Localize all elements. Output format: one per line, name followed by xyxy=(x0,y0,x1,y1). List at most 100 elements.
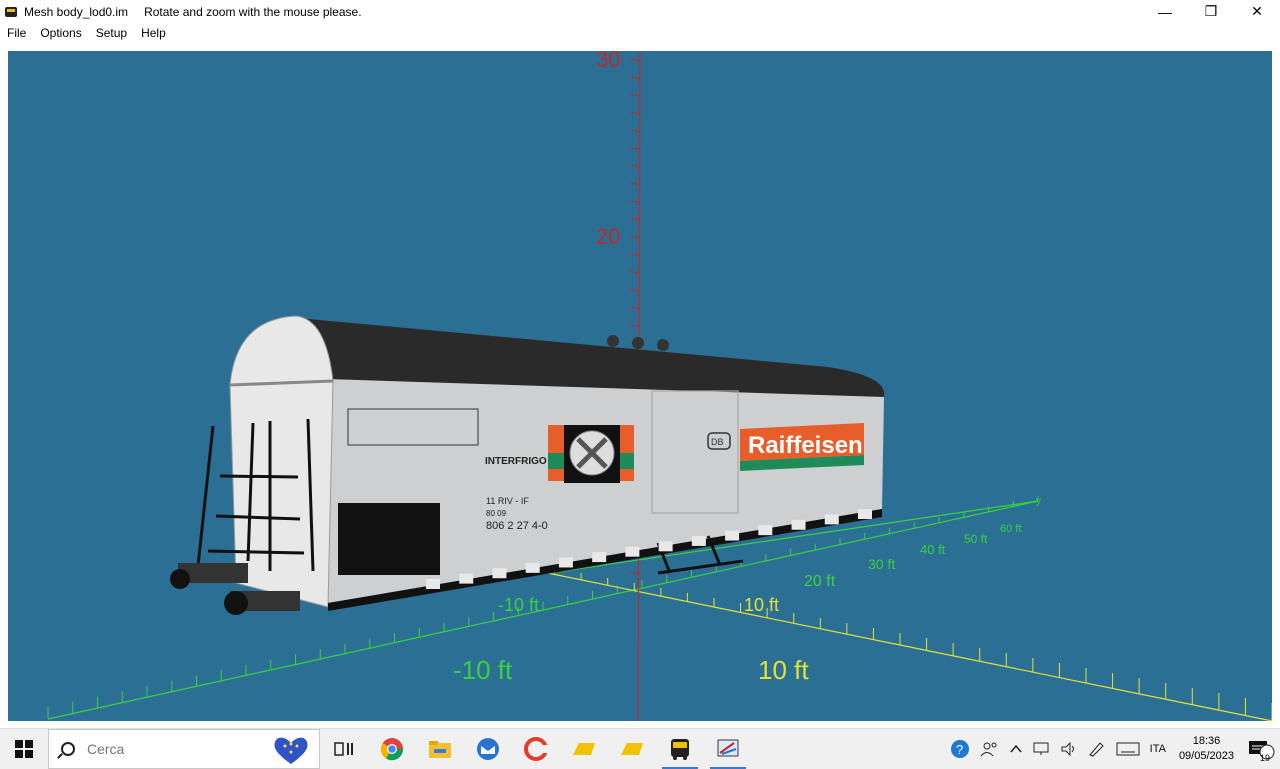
mesh-viewer-taskbar-icon[interactable] xyxy=(704,729,752,769)
clock-date: 09/05/2023 xyxy=(1178,750,1234,762)
grid-label-30: 30 ft xyxy=(868,556,895,572)
taskbar-search[interactable] xyxy=(48,728,320,769)
bus-app-icon xyxy=(4,5,18,19)
roof-vent xyxy=(657,339,669,351)
axis-tick xyxy=(629,93,641,97)
folder-icon[interactable] xyxy=(560,729,608,769)
underside-block xyxy=(492,568,507,579)
grid-label-10-near: 10 ft xyxy=(744,595,779,615)
grid-label-neg10-near: -10 ft xyxy=(498,595,539,615)
axis-tick xyxy=(629,129,641,133)
axis-label-30: 30 xyxy=(596,51,620,72)
axis-tick xyxy=(629,111,641,115)
ccleaner-icon[interactable] xyxy=(512,729,560,769)
menu-options[interactable]: Options xyxy=(33,23,88,43)
chrome-icon[interactable] xyxy=(368,729,416,769)
notification-count: 19 xyxy=(1259,753,1270,763)
axis-tick xyxy=(629,76,641,80)
underside-block xyxy=(525,562,540,573)
keyboard-icon[interactable] xyxy=(1111,729,1145,769)
grid-label-50: 50 ft xyxy=(964,532,988,546)
wagon-number: 806 2 27 4-0 xyxy=(486,520,548,532)
axis-tick xyxy=(629,270,641,274)
search-icon xyxy=(61,741,75,756)
task-view-icon[interactable] xyxy=(320,729,368,769)
menu-help[interactable]: Help xyxy=(134,23,173,43)
underside-block xyxy=(459,573,474,584)
db-logo-text: DB xyxy=(711,437,724,447)
axis-tick xyxy=(629,200,641,204)
close-button[interactable]: ✕ xyxy=(1234,0,1280,23)
search-input[interactable] xyxy=(87,740,257,757)
3d-viewport[interactable]: 30 20 -10 ft 10 ft 20 ft 30 ft 40 ft 50 … xyxy=(8,51,1272,721)
underside-block xyxy=(558,557,573,568)
underside-block xyxy=(426,579,440,589)
axis-tick xyxy=(629,306,641,310)
language-indicator[interactable]: ITA xyxy=(1145,729,1171,769)
axis-tick xyxy=(629,235,641,239)
underside-block xyxy=(592,552,607,563)
underside-block xyxy=(725,530,740,541)
people-icon[interactable] xyxy=(975,729,1005,769)
window-hint: Rotate and zoom with the mouse please. xyxy=(144,4,362,19)
axis-tick xyxy=(629,147,641,150)
underside-block xyxy=(691,535,706,546)
minimize-button[interactable]: — xyxy=(1142,0,1188,23)
file-explorer-icon[interactable] xyxy=(416,729,464,769)
roof-vent xyxy=(632,337,644,349)
svg-text:?: ? xyxy=(956,742,963,757)
notifications-icon[interactable]: 19 xyxy=(1242,729,1280,769)
system-tray: ? ITA 18:36 09/05/2023 19 xyxy=(945,729,1280,769)
underside-block xyxy=(758,525,773,536)
heart-icon xyxy=(274,737,308,764)
clock-time: 18:36 xyxy=(1192,735,1221,747)
grid-label-60: 60 ft xyxy=(1000,523,1021,535)
menu-file[interactable]: File xyxy=(0,23,33,43)
grid-label-20: 20 ft xyxy=(804,573,836,590)
y-axis-label: y xyxy=(1036,496,1041,507)
window-title: Mesh body_lod0.im xyxy=(24,4,129,19)
underside-block xyxy=(791,519,806,530)
underside-block xyxy=(625,546,640,557)
title-bar[interactable]: Mesh body_lod0.im Rotate and zoom with t… xyxy=(0,0,1280,23)
axis-tick xyxy=(629,58,641,62)
roof-vent xyxy=(607,335,619,347)
windows-start-button[interactable] xyxy=(0,729,48,769)
menu-bar: File Options Setup Help xyxy=(0,23,1280,43)
class-mark: 11 RIV - IF xyxy=(486,496,529,506)
class-mark-2: 80 09 xyxy=(486,509,507,518)
chevron-up-icon[interactable] xyxy=(1005,729,1027,769)
axis-label-20: 20 xyxy=(596,224,620,249)
axis-tick xyxy=(629,164,641,168)
grid-label-neg10-far: -10 ft xyxy=(453,655,513,685)
axis-tick xyxy=(629,182,641,186)
interfrigo-marking: INTERFRIGO xyxy=(485,456,547,467)
pen-icon[interactable] xyxy=(1083,729,1111,769)
folder-icon[interactable] xyxy=(608,729,656,769)
info-board xyxy=(338,503,440,575)
thunderbird-icon[interactable] xyxy=(464,729,512,769)
grid-label-40: 40 ft xyxy=(920,542,946,557)
raiffeisen-text: Raiffeisen xyxy=(748,432,863,459)
network-icon[interactable] xyxy=(1027,729,1055,769)
axis-tick xyxy=(629,288,641,292)
axis-tick xyxy=(629,217,641,221)
maximize-button[interactable]: ❐ xyxy=(1188,0,1234,23)
clock[interactable]: 18:36 09/05/2023 xyxy=(1171,734,1242,764)
app-window: Mesh body_lod0.im Rotate and zoom with t… xyxy=(0,0,1280,728)
wagon-model: INTERFRIGO 11 RIV - IF 80 09 806 2 27 4-… xyxy=(170,315,885,615)
underside-block xyxy=(824,514,839,525)
yellow-ticks xyxy=(527,563,1272,721)
grid-label-10-far: 10 ft xyxy=(758,655,809,685)
help-icon[interactable]: ? xyxy=(945,729,975,769)
bus-app-taskbar-icon[interactable] xyxy=(656,729,704,769)
scene-svg: 30 20 -10 ft 10 ft 20 ft 30 ft 40 ft 50 … xyxy=(47,51,1272,721)
taskbar: ? ITA 18:36 09/05/2023 19 xyxy=(0,728,1280,769)
underside-block xyxy=(658,541,673,552)
axis-tick xyxy=(629,324,641,327)
volume-icon[interactable] xyxy=(1055,729,1083,769)
menu-setup[interactable]: Setup xyxy=(89,23,134,43)
axis-tick xyxy=(629,253,641,257)
windows-logo-icon xyxy=(15,739,33,758)
underside-block xyxy=(858,509,872,519)
